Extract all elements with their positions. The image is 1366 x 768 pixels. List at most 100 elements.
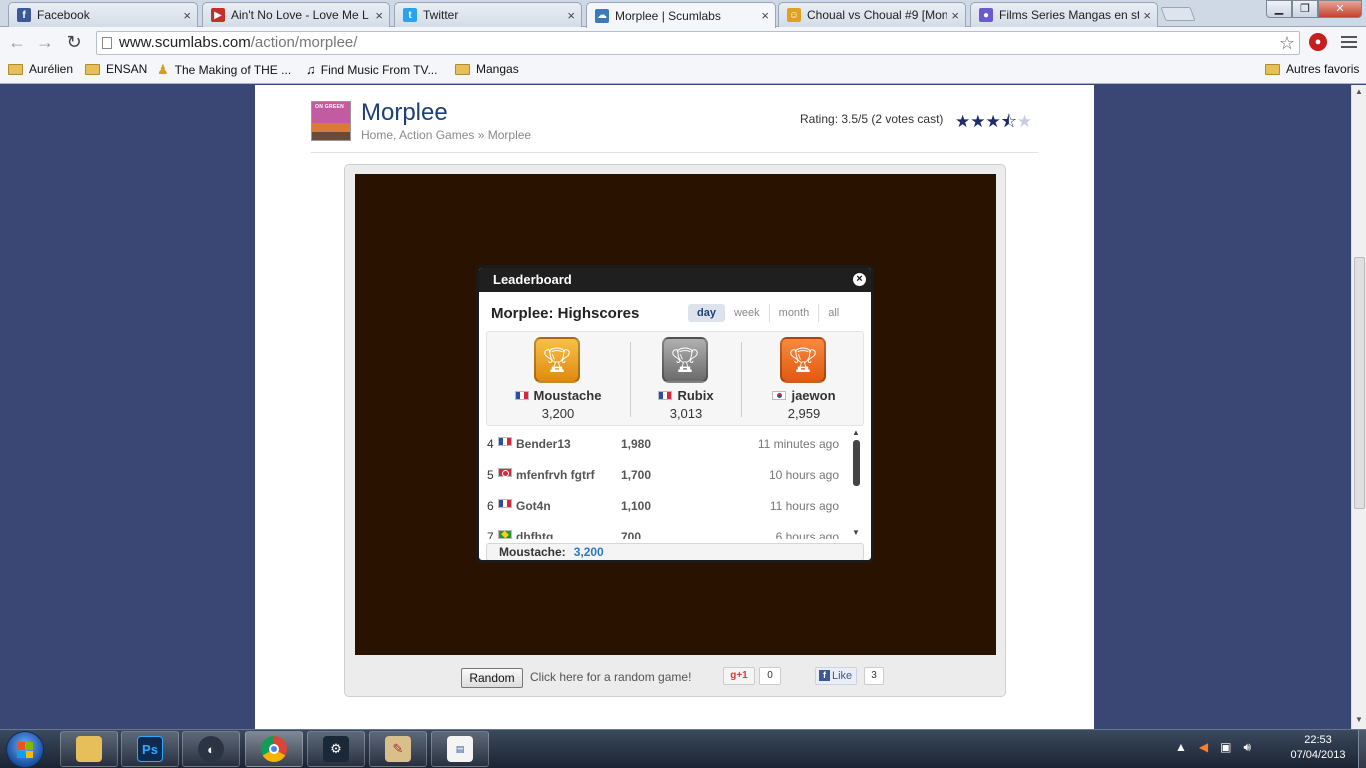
page-scrollbar[interactable]: ▲ ▼ <box>1351 85 1366 729</box>
tab-strip: f Facebook × ▶ Ain't No Love - Love Me L… <box>0 0 1366 28</box>
bookmark-mangas[interactable]: Mangas <box>455 62 519 76</box>
tab-title: Twitter <box>423 8 459 22</box>
bookmark-find-music[interactable]: ♫ Find Music From TV... <box>306 62 437 77</box>
reload-icon[interactable]: ↻ <box>63 31 85 53</box>
taskbar-document[interactable]: ▤ <box>431 731 489 767</box>
folder-icon <box>1265 63 1280 75</box>
tab-day[interactable]: day <box>688 304 725 322</box>
random-game-link[interactable]: Click here for a random game! <box>530 670 691 684</box>
minimize-icon[interactable]: ▁ <box>1266 0 1292 18</box>
score-time: 10 hours ago <box>768 468 839 482</box>
scroll-down-icon[interactable]: ▼ <box>1355 715 1363 724</box>
video-icon: ☺ <box>787 8 801 22</box>
close-icon[interactable]: × <box>853 273 866 286</box>
star-icon[interactable]: ★ <box>970 112 985 131</box>
forward-arrow-icon[interactable]: → <box>34 31 56 53</box>
tab-youtube[interactable]: ▶ Ain't No Love - Love Me L × <box>202 2 390 27</box>
taskbar-explorer[interactable] <box>60 731 118 767</box>
empty-star-icon[interactable]: ★ <box>1017 112 1032 131</box>
close-tab-icon[interactable]: × <box>567 8 575 23</box>
close-tab-icon[interactable]: × <box>375 8 383 23</box>
page-title: Morplee <box>361 99 448 126</box>
show-desktop-button[interactable] <box>1358 730 1366 768</box>
taskbar-steam[interactable]: ⚙ <box>307 731 365 767</box>
close-tab-icon[interactable]: × <box>183 8 191 23</box>
podium-second: 🏆︎ Rubix 3,013 <box>625 332 747 427</box>
list-scrollbar[interactable]: ▲ ▼ <box>852 428 862 539</box>
start-button[interactable] <box>6 731 44 768</box>
breadcrumb-category-link[interactable]: Action Games <box>399 128 474 142</box>
scroll-up-icon[interactable]: ▲ <box>852 428 860 437</box>
half-star-icon[interactable]: ⯪ <box>1001 112 1017 131</box>
bookmark-label: Mangas <box>476 62 519 76</box>
bookmark-ensan[interactable]: ENSAN <box>85 62 147 76</box>
tab-all[interactable]: all <box>819 304 848 322</box>
my-score: 3,200 <box>573 545 604 559</box>
thumbnail-text: ON GREEN <box>315 104 345 110</box>
paint-icon: ✎ <box>385 736 411 762</box>
podium: 🏆︎ Moustache 3,200 🏆︎ Rubix 3,013 🏆︎ jae… <box>486 331 864 426</box>
rank: 5 <box>487 468 494 482</box>
taskbar-paint[interactable]: ✎ <box>369 731 427 767</box>
game-thumbnail[interactable]: ON GREEN <box>311 101 351 141</box>
random-button[interactable]: Random <box>461 668 523 688</box>
list-item: 5 mfenfrvh fgtrf 1,700 10 hours ago <box>486 462 849 493</box>
back-arrow-icon[interactable]: ← <box>6 31 28 53</box>
bookmark-aurelien[interactable]: Aurélien <box>8 62 73 76</box>
tab-facebook[interactable]: f Facebook × <box>8 2 198 27</box>
tab-twitter[interactable]: t Twitter × <box>394 2 582 27</box>
close-tab-icon[interactable]: × <box>761 8 769 23</box>
adblock-icon[interactable]: ● <box>1309 33 1327 51</box>
bookmark-label: Find Music From TV... <box>320 62 438 77</box>
star-icon[interactable]: ★ <box>986 112 1001 131</box>
tab-month[interactable]: month <box>770 304 820 322</box>
breadcrumb-home-link[interactable]: Home <box>361 128 393 142</box>
page-icon <box>102 37 112 49</box>
bookmark-other[interactable]: Autres favoris <box>1265 62 1359 76</box>
folder-icon <box>455 63 470 75</box>
clock[interactable]: 22:53 07/04/2013 <box>1280 733 1356 763</box>
url-path: /action/morplee/ <box>250 34 358 51</box>
new-tab-button[interactable] <box>1160 7 1196 21</box>
maximize-icon[interactable]: ❐ <box>1292 0 1318 18</box>
podium-first: 🏆︎ Moustache 3,200 <box>497 332 619 427</box>
figure-icon: ♟ <box>157 62 169 77</box>
scroll-down-icon[interactable]: ▼ <box>852 528 860 537</box>
facebook-like-button[interactable]: f Like <box>815 667 857 685</box>
taskbar: Ps ◐ ⚙ ✎ ▤ ▲ ◀ ▣ 🔊︎ 22:53 07/04/2013 <box>0 729 1366 768</box>
bookmark-star-icon[interactable]: ☆ <box>1279 32 1295 54</box>
tab-week[interactable]: week <box>725 304 770 322</box>
scroll-thumb[interactable] <box>853 440 860 486</box>
period-tabs: day week month all <box>688 304 848 322</box>
tray-expand-icon[interactable]: ▲ <box>1175 740 1187 755</box>
chrome-icon <box>261 736 287 762</box>
score-list[interactable]: 4 Bender13 1,980 11 minutes ago 5 mfenfr… <box>486 431 849 539</box>
volume-icon[interactable]: 🔊︎ <box>1243 740 1251 755</box>
tab-morplee[interactable]: ☁ Morplee | Scumlabs × <box>586 2 776 28</box>
list-item: 4 Bender13 1,980 11 minutes ago <box>486 431 849 462</box>
like-count: 3 <box>864 667 884 685</box>
rating-stars[interactable]: ★★★⯪★ <box>955 109 1032 138</box>
menu-icon[interactable] <box>1341 33 1357 49</box>
address-bar[interactable]: www.scumlabs.com/action/morplee/ ☆ <box>96 31 1300 55</box>
podium-player: Moustache <box>497 388 619 403</box>
taskbar-photoshop[interactable]: Ps <box>121 731 179 767</box>
close-tab-icon[interactable]: × <box>951 8 959 23</box>
google-plus-button[interactable]: g+1 <box>723 667 755 685</box>
scroll-thumb[interactable] <box>1354 257 1365 509</box>
network-icon[interactable]: ▣ <box>1220 740 1231 755</box>
scroll-up-icon[interactable]: ▲ <box>1355 87 1363 96</box>
tray-app-icon[interactable]: ◀ <box>1199 740 1208 755</box>
tab-choual[interactable]: ☺ Choual vs Choual #9 [Mon × <box>778 2 966 27</box>
leaderboard-header: Leaderboard × <box>479 268 871 292</box>
bookmark-making-of[interactable]: ♟ The Making of THE ... <box>157 62 291 78</box>
tab-films[interactable]: ● Films Series Mangas en str × <box>970 2 1158 27</box>
game-canvas[interactable]: Leaderboard × Morplee: Highscores day we… <box>355 174 996 655</box>
flag-korea-icon <box>772 391 787 400</box>
taskbar-media[interactable]: ◐ <box>182 731 240 767</box>
player-score: 1,980 <box>621 437 652 451</box>
taskbar-chrome[interactable] <box>245 731 303 767</box>
star-icon[interactable]: ★ <box>955 112 970 131</box>
close-tab-icon[interactable]: × <box>1143 8 1151 23</box>
close-window-icon[interactable]: ✕ <box>1318 0 1362 18</box>
